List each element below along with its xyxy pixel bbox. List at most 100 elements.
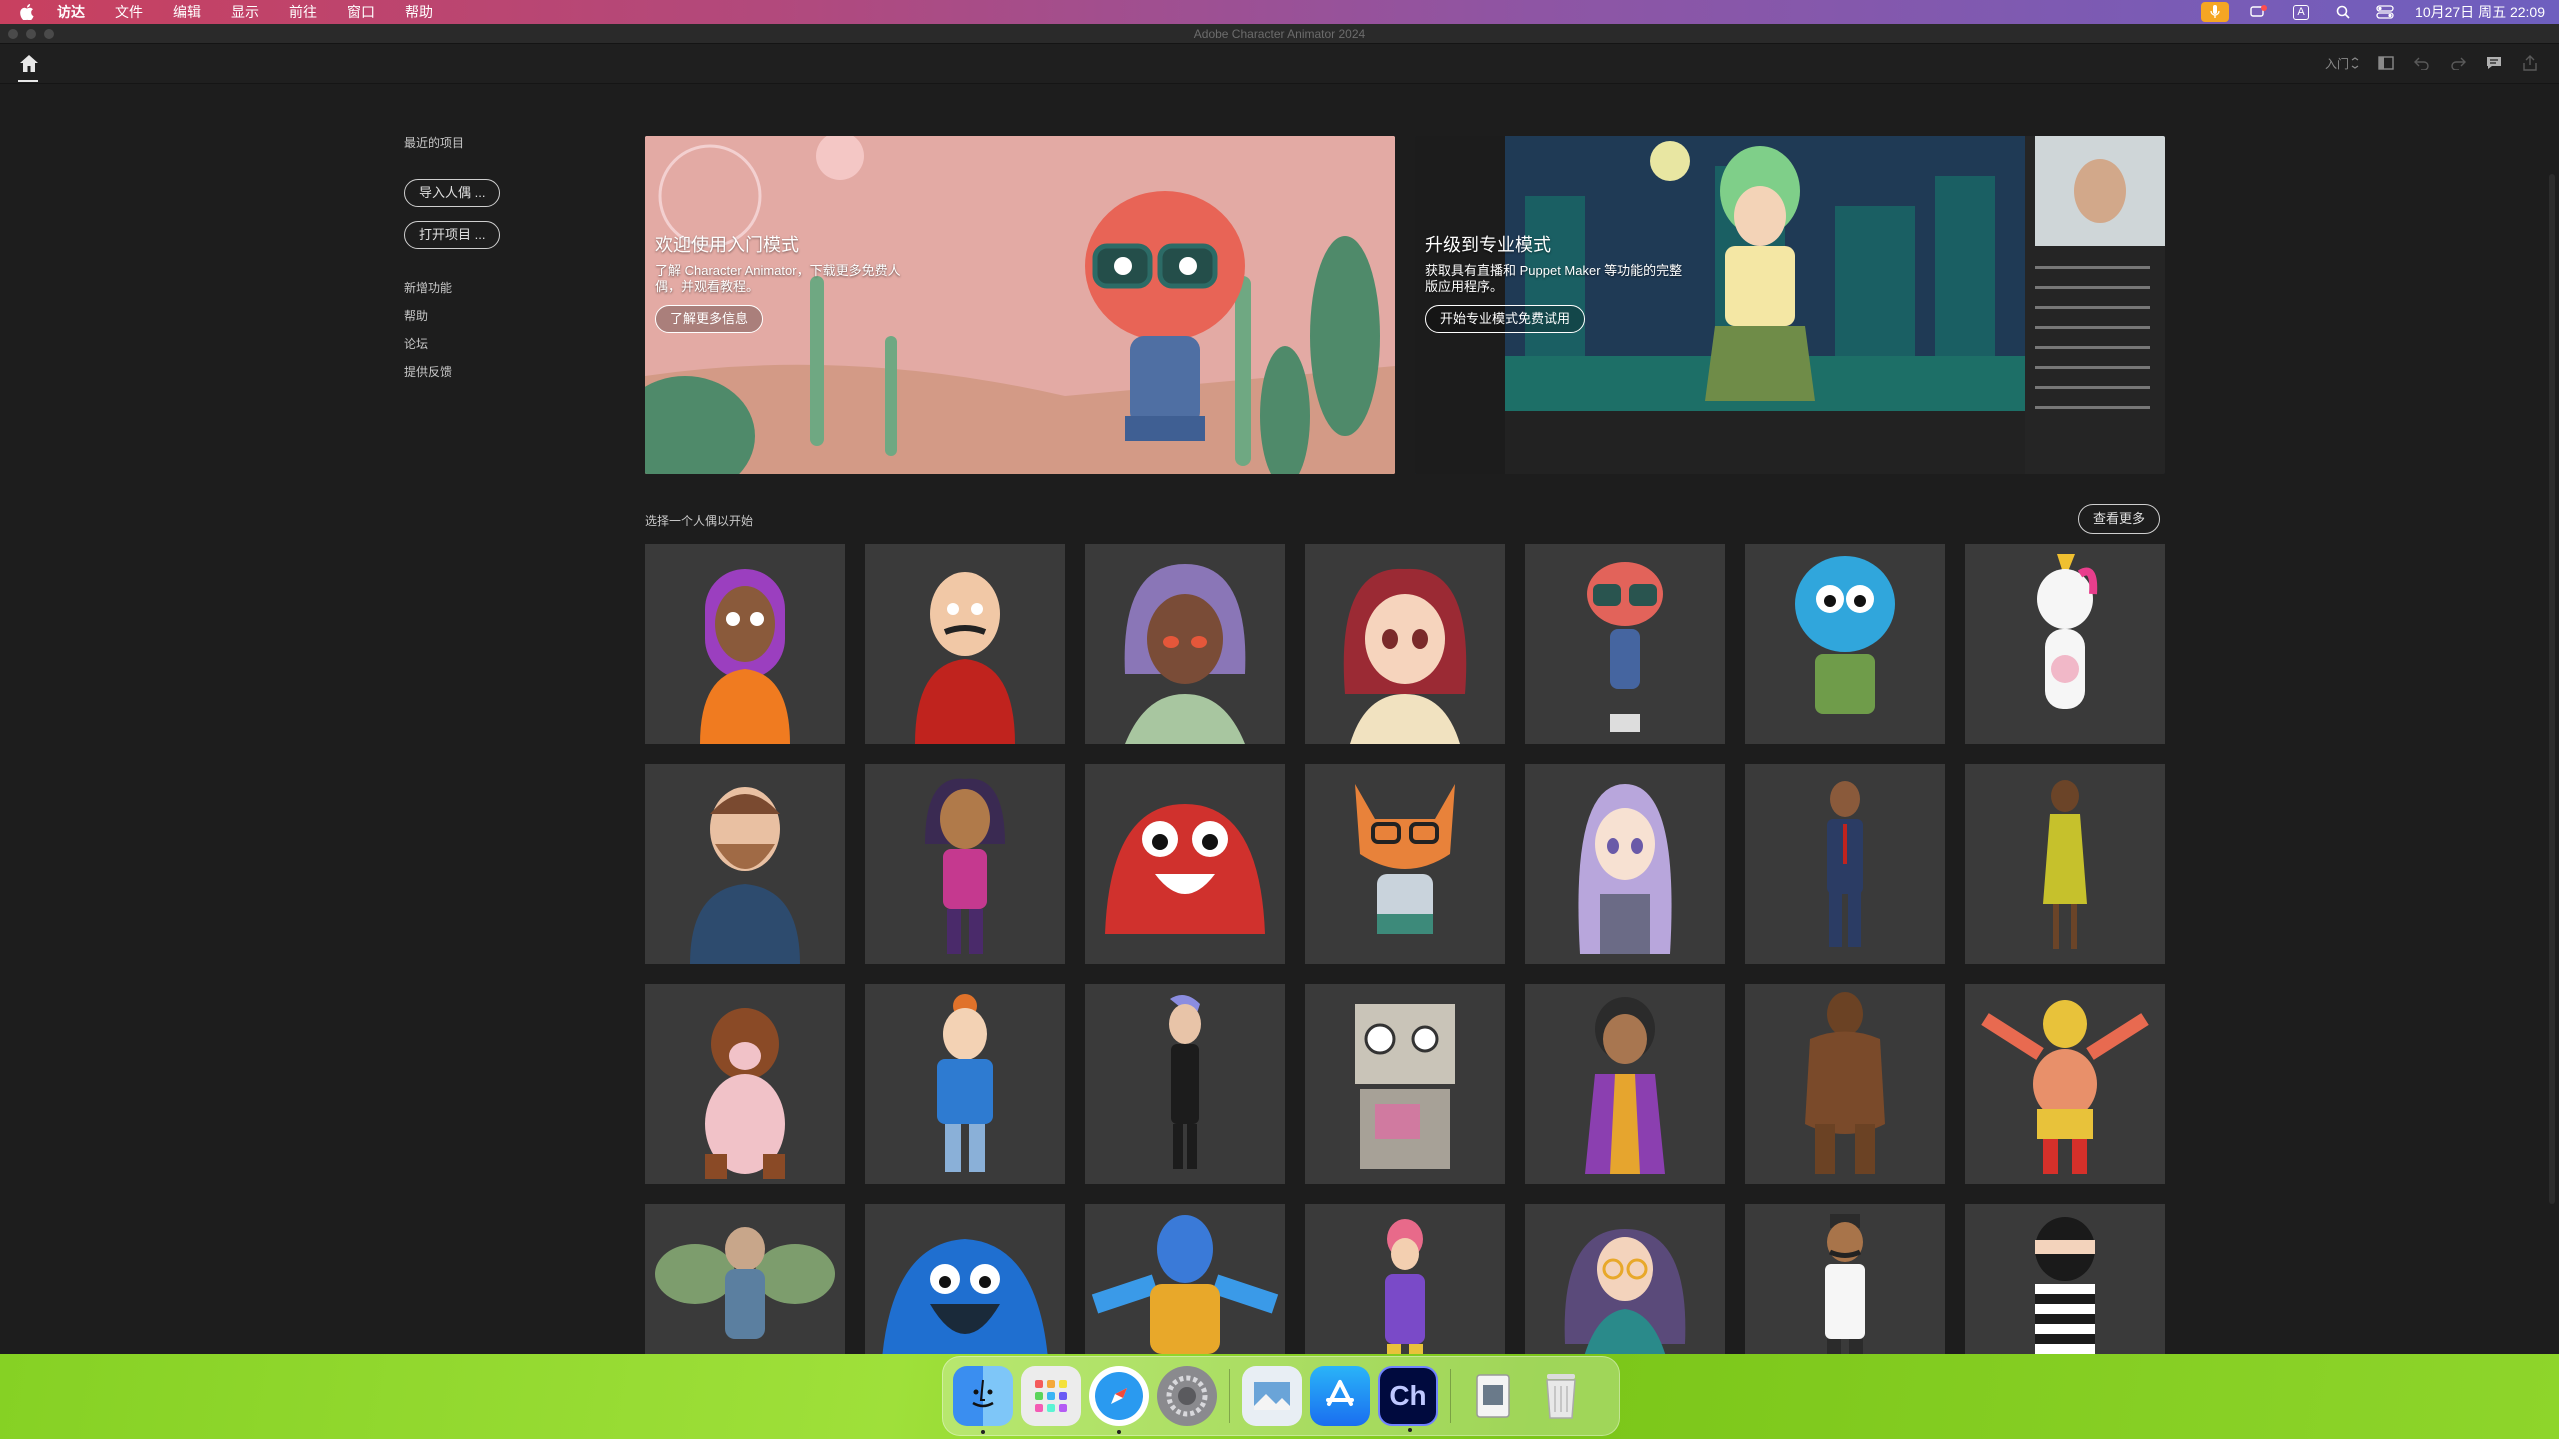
- banner-title: 欢迎使用入门模式: [655, 235, 799, 255]
- puppet-tile[interactable]: [1525, 984, 1725, 1184]
- puppet-tile[interactable]: [645, 764, 845, 964]
- puppet-thumbnail: [1825, 1214, 1865, 1354]
- input-method-label: A: [2293, 4, 2309, 20]
- start-workspace: 最近的项目 导入人偶 ... 打开项目 ... 新增功能 帮助 论坛 提供反馈 …: [0, 84, 2559, 1354]
- menu-help[interactable]: 帮助: [390, 0, 448, 24]
- share-icon[interactable]: [2521, 54, 2539, 72]
- menu-window[interactable]: 窗口: [332, 0, 390, 24]
- microphone-icon[interactable]: [2201, 2, 2230, 22]
- puppet-tile[interactable]: [1085, 764, 1285, 964]
- puppet-tile[interactable]: [1745, 544, 1945, 744]
- puppet-thumbnail: [2043, 780, 2087, 949]
- learn-more-button[interactable]: 了解更多信息: [655, 305, 764, 333]
- puppet-thumbnail: [690, 787, 800, 964]
- character-animator-icon[interactable]: Ch: [1378, 1366, 1438, 1432]
- menu-edit[interactable]: 编辑: [158, 0, 216, 24]
- start-pro-trial-button[interactable]: 开始专业模式免费试用: [1425, 305, 1586, 333]
- app-store-icon[interactable]: [1310, 1366, 1370, 1426]
- home-tab-indicator: [18, 80, 38, 82]
- puppet-thumbnail: [655, 1227, 835, 1339]
- puppet-tile[interactable]: [1965, 984, 2165, 1184]
- safari-icon[interactable]: [1089, 1366, 1149, 1434]
- spotlight-search-icon[interactable]: [2331, 3, 2355, 21]
- mode-label: 入门: [2324, 56, 2349, 71]
- puppet-tile[interactable]: [1965, 1204, 2165, 1354]
- starter-mode-banner[interactable]: 欢迎使用入门模式 了解 Character Animator，下载更多免费人偶，…: [645, 136, 1395, 474]
- banner-description: 获取具有直播和 Puppet Maker 等功能的完整版应用程序。: [1425, 263, 1683, 294]
- puppet-thumbnail: [1091, 1215, 1279, 1354]
- undo-icon[interactable]: [2413, 54, 2431, 72]
- puppet-thumbnail: [1805, 992, 1885, 1174]
- panel-layout-icon[interactable]: [2377, 54, 2395, 72]
- menu-go[interactable]: 前往: [274, 0, 332, 24]
- trash-icon[interactable]: [1531, 1366, 1591, 1426]
- close-window-button[interactable]: [8, 29, 18, 39]
- puppet-thumbnail: [1587, 562, 1663, 732]
- control-center-icon[interactable]: [2373, 3, 2397, 21]
- puppet-tile[interactable]: [645, 984, 845, 1184]
- window-title-bar: Adobe Character Animator 2024: [0, 24, 2559, 44]
- puppet-thumbnail: [1124, 564, 1246, 744]
- open-project-button[interactable]: 打开项目 ...: [404, 221, 501, 249]
- puppet-tile[interactable]: [1305, 544, 1505, 744]
- launchpad-icon[interactable]: [1021, 1366, 1081, 1426]
- puppet-tile[interactable]: [865, 544, 1065, 744]
- puppet-tile[interactable]: [1745, 764, 1945, 964]
- pro-mode-banner[interactable]: 升级到专业模式 获取具有直播和 Puppet Maker 等功能的完整版应用程序…: [1415, 136, 2165, 474]
- import-puppet-button[interactable]: 导入人偶 ...: [404, 179, 501, 207]
- puppet-tile[interactable]: [1745, 984, 1945, 1184]
- preview-icon[interactable]: [1242, 1366, 1302, 1426]
- puppet-tile[interactable]: [1085, 1204, 1285, 1354]
- puppet-thumbnail: [1355, 1004, 1455, 1169]
- puppet-tile[interactable]: [1525, 544, 1725, 744]
- puppet-tile[interactable]: [865, 764, 1065, 964]
- puppet-tile[interactable]: [865, 984, 1065, 1184]
- puppet-tile[interactable]: [1085, 984, 1285, 1184]
- puppet-tile[interactable]: [865, 1204, 1065, 1354]
- puppet-tile[interactable]: [645, 1204, 845, 1354]
- feedback-chat-icon[interactable]: [2485, 54, 2503, 72]
- menu-file[interactable]: 文件: [100, 0, 158, 24]
- puppet-tile[interactable]: [1965, 544, 2165, 744]
- puppet-tile[interactable]: [1305, 984, 1505, 1184]
- menu-app-name[interactable]: 访达: [42, 0, 100, 24]
- window-controls: [8, 29, 54, 39]
- puppet-thumbnail: [882, 1239, 1048, 1354]
- system-settings-icon[interactable]: [1157, 1366, 1217, 1426]
- puppet-tile[interactable]: [1965, 764, 2165, 964]
- puppet-tile[interactable]: [1085, 544, 1285, 744]
- minimize-window-button[interactable]: [26, 29, 36, 39]
- apple-menu-icon[interactable]: [12, 0, 42, 24]
- puppet-tile[interactable]: [1745, 1204, 1945, 1354]
- banner-description: 了解 Character Animator，下载更多免费人偶，并观看教程。: [655, 263, 901, 294]
- menu-clock[interactable]: 10月27日 周五 22:09: [2415, 2, 2545, 22]
- puppet-tile[interactable]: [1525, 764, 1725, 964]
- puppet-thumbnail: [937, 994, 993, 1172]
- feedback-link[interactable]: 提供反馈: [404, 363, 604, 380]
- puppet-tile[interactable]: [645, 544, 845, 744]
- redo-icon[interactable]: [2449, 54, 2467, 72]
- home-icon[interactable]: [18, 53, 40, 75]
- forum-link[interactable]: 论坛: [404, 335, 604, 352]
- mode-switch[interactable]: 入门: [2325, 55, 2359, 72]
- puppet-thumbnail: [1827, 781, 1863, 947]
- vertical-scrollbar[interactable]: [2549, 174, 2555, 1204]
- files-icon[interactable]: [1463, 1366, 1523, 1426]
- whats-new-link[interactable]: 新增功能: [404, 279, 604, 296]
- puppet-tile[interactable]: [1525, 1204, 1725, 1354]
- input-method-icon[interactable]: A: [2289, 3, 2313, 21]
- puppet-thumbnail: [1981, 1000, 2149, 1174]
- puppet-thumbnail: [915, 572, 1015, 744]
- menu-bar: 访达 文件 编辑 显示 前往 窗口 帮助 A 10月27日 周五 22:09: [0, 0, 2559, 24]
- see-more-button[interactable]: 查看更多: [2078, 504, 2161, 534]
- zoom-window-button[interactable]: [44, 29, 54, 39]
- finder-icon[interactable]: [953, 1366, 1013, 1434]
- puppet-thumbnail: [1795, 556, 1895, 714]
- menu-view[interactable]: 显示: [216, 0, 274, 24]
- notification-icon[interactable]: [2247, 3, 2271, 21]
- puppet-tile[interactable]: [1305, 764, 1505, 964]
- left-nav: 最近的项目 导入人偶 ... 打开项目 ... 新增功能 帮助 论坛 提供反馈: [404, 134, 604, 391]
- help-link[interactable]: 帮助: [404, 307, 604, 324]
- puppet-thumbnail: [1564, 1229, 1686, 1354]
- puppet-tile[interactable]: [1305, 1204, 1505, 1354]
